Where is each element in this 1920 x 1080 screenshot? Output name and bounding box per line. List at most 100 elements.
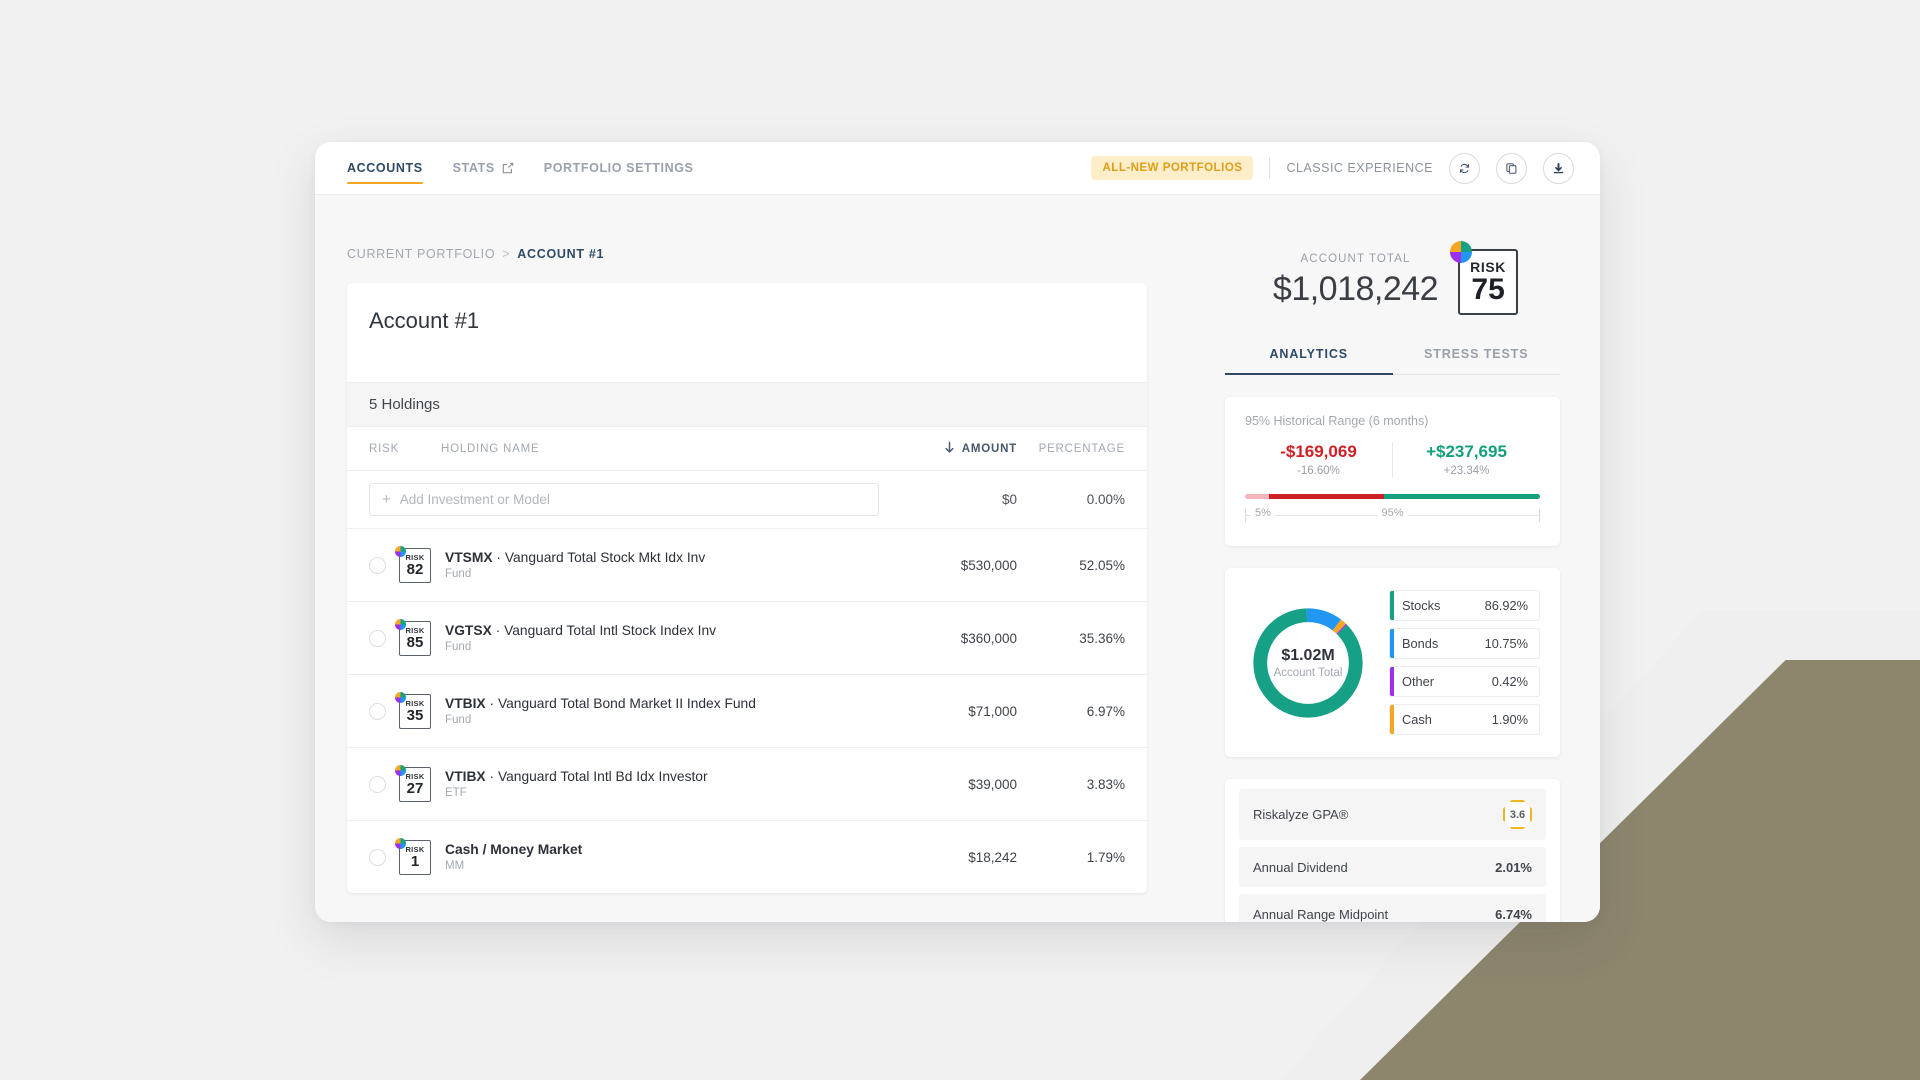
holding-type: Fund bbox=[445, 641, 472, 653]
holding-risk-badge[interactable]: RISK 35 bbox=[395, 691, 431, 729]
holding-risk-badge[interactable]: RISK 27 bbox=[395, 764, 431, 802]
column-header-percentage[interactable]: PERCENTAGE bbox=[1017, 443, 1125, 455]
row-select-radio[interactable] bbox=[369, 629, 386, 647]
holding-risk-number: 27 bbox=[406, 780, 424, 797]
portfolio-risk-badge[interactable]: RISK 75 bbox=[1450, 241, 1519, 315]
holding-percentage: 3.83% bbox=[1086, 776, 1125, 792]
holding-percentage: 52.05% bbox=[1079, 557, 1125, 573]
holding-title: VTSMX · Vanguard Total Stock Mkt Idx Inv bbox=[445, 550, 887, 565]
classic-experience-link[interactable]: CLASSIC EXPERIENCE bbox=[1286, 161, 1433, 175]
nav-item-portfolio-settings[interactable]: PORTFOLIO SETTINGS bbox=[544, 142, 694, 194]
legend-item-other[interactable]: Other 0.42% bbox=[1389, 666, 1540, 697]
downside-amount: -$169,069 bbox=[1280, 442, 1357, 461]
stat-row[interactable]: Riskalyze GPA® 3.6 bbox=[1239, 789, 1546, 840]
legend-swatch bbox=[1390, 629, 1394, 658]
tab-stress-tests[interactable]: STRESS TESTS bbox=[1393, 347, 1561, 374]
arrow-down-icon bbox=[944, 441, 955, 457]
legend-percent: 1.90% bbox=[1491, 712, 1528, 727]
allocation-legend: Stocks 86.92% Bonds 10.75% Other 0.42% Cash 1.9… bbox=[1389, 590, 1540, 735]
stat-value: 6.74% bbox=[1495, 906, 1532, 922]
holding-amount: $39,000 bbox=[968, 776, 1017, 792]
table-row[interactable]: RISK 1 Cash / Money Market MM $18,242 1.79% bbox=[347, 821, 1147, 893]
account-total-value: $1,018,242 bbox=[1272, 270, 1439, 308]
table-row[interactable]: RISK 85 VGTSX · Vanguard Total Intl Stock … bbox=[347, 602, 1147, 675]
table-row[interactable]: RISK 35 VTBIX · Vanguard Total Bond Market… bbox=[347, 675, 1147, 748]
breadcrumb-parent[interactable]: CURRENT PORTFOLIO bbox=[347, 247, 495, 261]
breadcrumb-current: ACCOUNT #1 bbox=[517, 247, 605, 261]
column-header-amount-label: AMOUNT bbox=[961, 443, 1017, 455]
riskalyze-logo-icon bbox=[395, 690, 406, 703]
page-title: Account #1 bbox=[369, 308, 480, 333]
holding-risk-badge[interactable]: RISK 1 bbox=[395, 837, 431, 875]
all-new-portfolios-badge[interactable]: ALL-NEW PORTFOLIOS bbox=[1091, 156, 1254, 180]
holding-fullname: Vanguard Total Bond Market II Index Fund bbox=[497, 696, 756, 711]
holdings-count: 5 Holdings bbox=[347, 382, 1147, 427]
copy-icon[interactable] bbox=[1496, 152, 1527, 184]
stat-row[interactable]: Annual Dividend 2.01% bbox=[1239, 847, 1546, 887]
legend-swatch bbox=[1390, 591, 1394, 620]
holding-amount: $71,000 bbox=[968, 703, 1017, 719]
range-bar-tail-segment bbox=[1245, 494, 1269, 499]
table-row[interactable]: RISK 82 VTSMX · Vanguard Total Stock Mkt I… bbox=[347, 529, 1147, 602]
riskalyze-logo-icon bbox=[395, 617, 406, 630]
account-total-block: ACCOUNT TOTAL $1,018,242 bbox=[1272, 245, 1439, 309]
add-investment-input[interactable]: + Add Investment or Model bbox=[369, 483, 879, 516]
allocation-donut-chart: $1.02M Account Total bbox=[1245, 600, 1371, 726]
nav-item-stats[interactable]: STATS bbox=[453, 142, 514, 194]
nav-item-portfolio-settings-label: PORTFOLIO SETTINGS bbox=[543, 161, 694, 175]
holding-separator: · bbox=[496, 550, 501, 565]
row-select-radio[interactable] bbox=[369, 556, 386, 574]
stat-row[interactable]: Annual Range Midpoint 6.74% bbox=[1239, 894, 1546, 922]
holding-type: Fund bbox=[445, 714, 472, 726]
legend-label: Other bbox=[1402, 674, 1435, 689]
holdings-table-header: RISK HOLDING NAME AMOUNT PERCENTAGE bbox=[347, 427, 1147, 471]
upside-percent: +23.34% bbox=[1443, 465, 1490, 477]
legend-item-stocks[interactable]: Stocks 86.92% bbox=[1389, 590, 1540, 621]
holding-separator: · bbox=[495, 623, 501, 638]
nav-item-accounts[interactable]: ACCOUNTS bbox=[347, 142, 423, 194]
legend-item-bonds[interactable]: Bonds 10.75% bbox=[1389, 628, 1540, 659]
riskalyze-logo-icon bbox=[395, 763, 406, 776]
row-select-radio[interactable] bbox=[369, 848, 386, 866]
legend-label: Cash bbox=[1402, 712, 1432, 727]
tab-analytics[interactable]: ANALYTICS bbox=[1225, 347, 1393, 375]
nav-item-stats-label: STATS bbox=[452, 161, 495, 175]
holding-risk-badge[interactable]: RISK 85 bbox=[395, 618, 431, 656]
range-bar-upside-segment bbox=[1383, 494, 1540, 499]
legend-item-cash[interactable]: Cash 1.90% bbox=[1389, 704, 1540, 735]
nav-primary-items: ACCOUNTS STATS PORTFOLIO SETTINGS bbox=[347, 142, 693, 194]
holding-risk-badge[interactable]: RISK 82 bbox=[395, 545, 431, 583]
legend-label: Bonds bbox=[1402, 636, 1439, 651]
holding-fullname: Vanguard Total Intl Bd Idx Investor bbox=[497, 769, 708, 784]
column-header-holding-name[interactable]: HOLDING NAME bbox=[441, 443, 887, 455]
holding-name-cell: Cash / Money Market MM bbox=[445, 842, 887, 872]
holding-risk-number: 82 bbox=[406, 561, 424, 578]
nav-divider bbox=[1269, 157, 1271, 179]
upside-amount: +$237,695 bbox=[1426, 442, 1507, 461]
refresh-icon[interactable] bbox=[1449, 152, 1480, 184]
holding-ticker: VTIBX bbox=[445, 769, 486, 784]
downside-block: -$169,069 -16.60% bbox=[1245, 442, 1393, 477]
riskalyze-logo-icon bbox=[1450, 241, 1473, 263]
stat-label: Riskalyze GPA® bbox=[1253, 807, 1349, 822]
range-tick-low: 5% bbox=[1251, 507, 1275, 519]
historical-range-card: 95% Historical Range (6 months) -$169,06… bbox=[1225, 397, 1560, 546]
add-row-percentage: 0.00% bbox=[1086, 492, 1125, 507]
row-select-radio[interactable] bbox=[369, 702, 386, 720]
allocation-card: $1.02M Account Total Stocks 86.92% Bonds 10… bbox=[1225, 568, 1560, 757]
holding-ticker: VGTSX bbox=[445, 623, 492, 638]
nav-item-accounts-label: ACCOUNTS bbox=[347, 161, 423, 175]
historical-range-label: 95% Historical Range (6 months) bbox=[1245, 414, 1429, 428]
stat-label: Annual Range Midpoint bbox=[1253, 906, 1389, 922]
table-row[interactable]: RISK 27 VTIBX · Vanguard Total Intl Bd Idx… bbox=[347, 748, 1147, 821]
holding-title: Cash / Money Market bbox=[445, 842, 887, 857]
download-icon[interactable] bbox=[1543, 152, 1574, 184]
row-select-radio[interactable] bbox=[369, 775, 386, 793]
external-link-icon bbox=[502, 162, 514, 174]
holding-type: ETF bbox=[445, 787, 467, 799]
column-header-risk[interactable]: RISK bbox=[369, 443, 441, 455]
donut-total-label: Account Total bbox=[1273, 666, 1343, 679]
donut-center-labels: $1.02M Account Total bbox=[1245, 600, 1371, 726]
column-header-amount[interactable]: AMOUNT bbox=[887, 441, 1017, 457]
analytics-tabs: ANALYTICS STRESS TESTS bbox=[1225, 347, 1560, 375]
